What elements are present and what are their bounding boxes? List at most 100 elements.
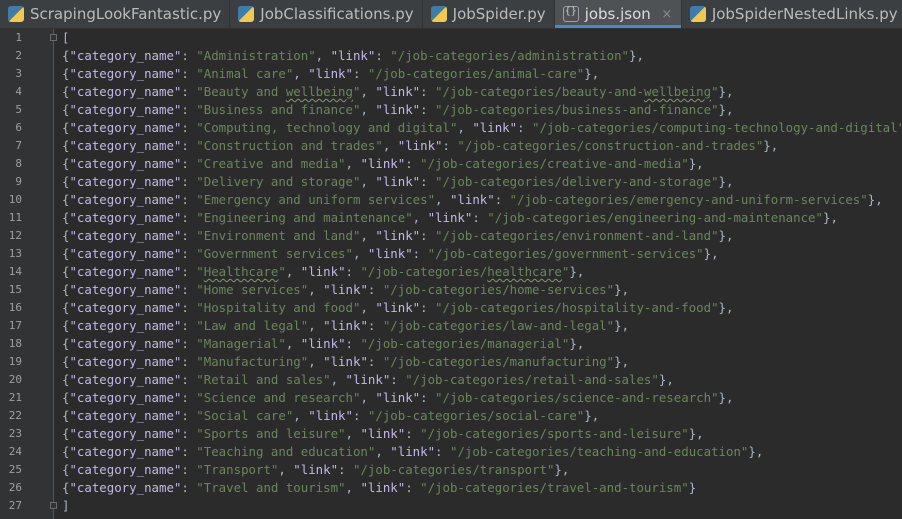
link-value: "/job-categories/retail-and-sales" <box>405 372 659 387</box>
open-bracket: [ <box>62 30 70 45</box>
category-name-text: Healthcare <box>203 264 279 279</box>
json-key: "category_name" <box>69 300 182 315</box>
code-line[interactable]: 8 {"category_name": "Creative and media",… <box>15 155 902 173</box>
code-line[interactable]: 23 {"category_name": "Sports and leisure"… <box>9 425 902 443</box>
json-key: "category_name" <box>69 354 182 369</box>
json-key: "link" <box>375 84 421 99</box>
json-key: "link" <box>397 138 443 153</box>
category-name-text: Beauty and wellbeing <box>203 84 353 99</box>
code-line[interactable]: 19 {"category_name": "Manufacturing", "li… <box>9 353 902 371</box>
json-key: "category_name" <box>69 390 182 405</box>
tab-label: JobClassifications.py <box>260 5 414 23</box>
link-text: /job-categories/delivery-and-storage <box>442 174 712 189</box>
code-line[interactable]: 17 {"category_name": "Law and legal", "li… <box>9 317 902 335</box>
link-value: "/job-categories/animal-care" <box>367 66 585 81</box>
link-value: "/job-categories/engineering-and-mainten… <box>487 210 823 225</box>
code-line[interactable]: 22 {"category_name": "Social care", "link… <box>9 407 902 425</box>
link-text: /job-categories/retail-and-sales <box>412 372 652 387</box>
category-name-value: "Sports and leisure" <box>196 426 346 441</box>
link-value: "/job-categories/computing-technology-an… <box>532 120 902 135</box>
link-value: "/job-categories/business-and-finance" <box>435 102 719 117</box>
code-line[interactable]: 16 {"category_name": "Hospitality and foo… <box>9 299 902 317</box>
line-content: {"category_name": "Law and legal", "link… <box>62 318 630 333</box>
category-name-value: "Science and research" <box>196 390 361 405</box>
json-key: "category_name" <box>69 264 182 279</box>
code-line[interactable]: 11 {"category_name": "Engineering and mai… <box>9 209 902 227</box>
code-line[interactable]: 10 {"category_name": "Emergency and unifo… <box>9 191 902 209</box>
fold-marker-icon[interactable] <box>50 34 57 41</box>
fold-marker-icon[interactable] <box>50 502 57 509</box>
code-line[interactable]: 2 {"category_name": "Administration", "li… <box>15 47 902 65</box>
line-number: 19 <box>8 355 22 368</box>
code-line[interactable]: 21 {"category_name": "Science and researc… <box>9 389 902 407</box>
link-text: /job-categories/animal-care <box>375 66 577 81</box>
code-line[interactable]: 6 {"category_name": "Computing, technolog… <box>15 119 902 137</box>
json-key: "link" <box>360 156 406 171</box>
category-name-value: "Hospitality and food" <box>196 300 361 315</box>
code-line[interactable]: 26 {"category_name": "Travel and tourism"… <box>9 479 902 497</box>
json-key: "link" <box>300 264 346 279</box>
tab-scrapinglookfantastic-py[interactable]: ScrapingLookFantastic.py <box>0 0 231 28</box>
code-line[interactable]: 24 {"category_name": "Teaching and educat… <box>9 443 902 461</box>
link-value: "/job-categories/administration" <box>390 48 630 63</box>
line-number: 13 <box>8 247 22 260</box>
code-line[interactable]: 27] <box>9 497 902 515</box>
close-tab-icon[interactable]: × <box>661 7 673 22</box>
line-number: 17 <box>8 319 22 332</box>
link-value: "/job-categories/government-services" <box>427 246 704 261</box>
code-line[interactable]: 4 {"category_name": "Beauty and wellbeing… <box>15 83 902 101</box>
line-number: 22 <box>8 409 22 422</box>
json-key: "link" <box>375 102 421 117</box>
link-text: /job-categories/manufacturing <box>390 354 607 369</box>
json-key: "category_name" <box>69 174 182 189</box>
json-key: "category_name" <box>69 192 182 207</box>
link-value: "/job-categories/hospitality-and-food" <box>435 300 719 315</box>
line-content: {"category_name": "Hospitality and food"… <box>62 300 734 315</box>
line-content: {"category_name": "Business and finance"… <box>62 102 734 117</box>
category-name-text: Delivery and storage <box>203 174 353 189</box>
tab-jobspider-py[interactable]: JobSpider.py <box>423 0 555 28</box>
link-value: "/job-categories/healthcare" <box>360 264 570 279</box>
code-line[interactable]: 1[ <box>15 29 902 47</box>
line-number: 5 <box>15 103 22 116</box>
json-key: "link" <box>360 480 406 495</box>
tab-jobspidernestedlinks-py[interactable]: JobSpiderNestedLinks.py <box>682 0 902 28</box>
link-text: /job-categories/home-services <box>390 282 607 297</box>
category-name-text: Construction and trades <box>203 138 376 153</box>
code-line[interactable]: 14 {"category_name": "Healthcare", "link"… <box>9 263 902 281</box>
category-name-text: Business and finance <box>203 102 353 117</box>
code-line[interactable]: 25 {"category_name": "Transport", "link":… <box>9 461 902 479</box>
category-name-value: "Teaching and education" <box>196 444 376 459</box>
line-content: {"category_name": "Environment and land"… <box>62 228 734 243</box>
link-value: "/job-categories/environment-and-land" <box>435 228 719 243</box>
json-key: "category_name" <box>69 138 182 153</box>
line-content: {"category_name": "Creative and media", … <box>62 156 704 171</box>
json-key: "link" <box>472 120 518 135</box>
code-line[interactable]: 13 {"category_name": "Government services… <box>9 245 902 263</box>
code-line[interactable]: 18 {"category_name": "Managerial", "link"… <box>9 335 902 353</box>
code-line[interactable]: 5 {"category_name": "Business and finance… <box>15 101 902 119</box>
code-line[interactable]: 20 {"category_name": "Retail and sales", … <box>9 371 902 389</box>
code-line[interactable]: 12 {"category_name": "Environment and lan… <box>9 227 902 245</box>
line-content: {"category_name": "Retail and sales", "l… <box>62 372 674 387</box>
tab-jobs-json[interactable]: jobs.json × <box>554 0 682 28</box>
category-name-value: "Business and finance" <box>196 102 361 117</box>
tab-label: jobs.json <box>584 5 651 23</box>
code-line[interactable]: 9 {"category_name": "Delivery and storage… <box>15 173 902 191</box>
link-value: "/job-categories/delivery-and-storage" <box>435 174 719 189</box>
code-editor[interactable]: 1[2 {"category_name": "Administration", "… <box>0 29 902 519</box>
tab-jobclassifications-py[interactable]: JobClassifications.py <box>230 0 423 28</box>
code-line[interactable]: 15 {"category_name": "Home services", "li… <box>9 281 902 299</box>
json-key: "link" <box>375 390 421 405</box>
line-number: 3 <box>15 67 22 80</box>
code-line[interactable]: 3 {"category_name": "Animal care", "link"… <box>15 65 902 83</box>
link-value: "/job-categories/teaching-and-education" <box>449 444 749 459</box>
json-key: "link" <box>375 174 421 189</box>
code-line[interactable]: 7 {"category_name": "Construction and tra… <box>15 137 902 155</box>
link-value: "/job-categories/emergency-and-uniform-s… <box>509 192 868 207</box>
line-number: 25 <box>8 463 22 476</box>
code-area[interactable]: 1[2 {"category_name": "Administration", "… <box>9 29 902 519</box>
line-content: [ <box>62 29 69 47</box>
json-key: "category_name" <box>69 408 182 423</box>
category-name-text: Sports and leisure <box>203 426 339 441</box>
